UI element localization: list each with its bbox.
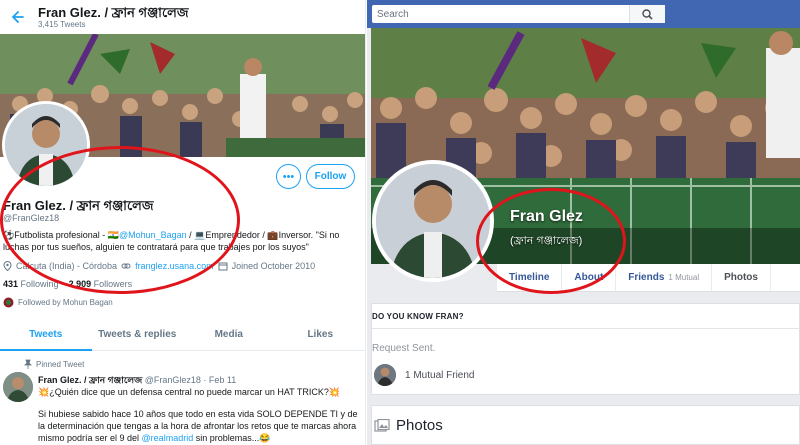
twitter-tabs: Tweets Tweets & replies Media Likes xyxy=(0,318,366,351)
location-icon xyxy=(3,261,12,271)
followers-count: 2,909 xyxy=(68,279,92,289)
facebook-profile-panel: Search Fran Glez (ফ্রান গঞ্জালেজ) Timeli… xyxy=(367,0,800,445)
tab-friends-mutual: 1 Mutual xyxy=(668,273,700,282)
calendar-icon xyxy=(218,262,228,271)
tweet-mention-link[interactable]: @realmadrid xyxy=(142,433,194,443)
facebook-profile-tabs: Timeline About Friends 1 Mutual Photos xyxy=(497,264,800,292)
tab-timeline[interactable]: Timeline xyxy=(497,264,563,291)
tweet-first-line: 💥¿Quién dice que un defensa central no p… xyxy=(38,387,341,397)
search-input[interactable]: Search xyxy=(372,9,629,20)
followers-label: Followers xyxy=(93,279,133,289)
tab-photos-label: Photos xyxy=(724,272,758,283)
photos-heading[interactable]: Photos xyxy=(396,417,443,434)
mohun-bagan-logo-icon xyxy=(3,297,14,308)
website-link[interactable]: franglez.usana.com xyxy=(135,261,214,271)
tab-media[interactable]: Media xyxy=(183,318,275,350)
profile-handle: @FranGlez18 xyxy=(3,213,60,223)
pin-icon xyxy=(24,359,32,369)
profile-bio: ⚽Futbolista profesional - 🇮🇳@Mohun_Bagan… xyxy=(3,229,363,253)
tab-likes[interactable]: Likes xyxy=(275,318,366,350)
facebook-top-bar: Search xyxy=(367,0,800,28)
location-text: Calcuta (India) - Córdoba xyxy=(16,261,118,271)
pinned-text: Pinned Tweet xyxy=(36,359,85,369)
tweet-avatar[interactable] xyxy=(3,372,33,402)
photos-card: Photos xyxy=(371,405,800,445)
following-label: Following xyxy=(20,279,59,289)
tab-tweets-replies[interactable]: Tweets & replies xyxy=(92,318,184,350)
tweet-author-handle: @FranGlez18 xyxy=(144,375,201,385)
back-arrow-icon[interactable] xyxy=(6,6,28,28)
search-box[interactable]: Search xyxy=(372,5,665,23)
photos-icon xyxy=(374,419,390,432)
tab-about[interactable]: About xyxy=(562,264,617,291)
bio-text: ⚽Futbolista profesional - 🇮🇳 xyxy=(3,230,119,240)
tweet-body: Si hubiese sabido hace 10 años que todo … xyxy=(38,408,363,444)
tab-about-label: About xyxy=(574,272,604,283)
link-icon xyxy=(121,263,131,269)
more-options-button[interactable]: ••• xyxy=(276,164,301,189)
tab-friends[interactable]: Friends 1 Mutual xyxy=(616,264,713,291)
tweet-body-text-2: sin problemas...😂 xyxy=(193,433,271,443)
header-tweet-count: 3,415 Tweets xyxy=(38,19,86,29)
bio-mention-link[interactable]: @Mohun_Bagan xyxy=(119,230,187,240)
profile-stats: 431 Following 2,909 Followers xyxy=(3,279,132,289)
profile-meta: Calcuta (India) - Córdoba franglez.usana… xyxy=(3,261,315,271)
card-divider xyxy=(372,328,800,329)
header-name: Fran Glez. / ফ্রান গঞ্জালেজ xyxy=(38,4,189,20)
twitter-profile-panel: Fran Glez. / ফ্রান গঞ্জালেজ 3,415 Tweets xyxy=(0,0,366,445)
tab-tweets[interactable]: Tweets xyxy=(0,318,92,351)
tab-photos[interactable]: Photos xyxy=(712,264,771,291)
follow-button[interactable]: Follow xyxy=(306,164,355,189)
pinned-tweet-label: Pinned Tweet xyxy=(24,359,84,369)
following-stat[interactable]: 431 Following xyxy=(3,279,59,289)
search-icon xyxy=(642,8,653,20)
joined-date: Joined October 2010 xyxy=(231,261,316,271)
tweet-date[interactable]: · Feb 11 xyxy=(203,375,236,385)
request-status: Request Sent. xyxy=(372,343,436,354)
facebook-profile-alt-name: (ফ্রান গঞ্জালেজ) xyxy=(510,235,583,247)
following-count: 431 xyxy=(3,279,19,289)
tab-friends-label: Friends xyxy=(628,272,665,283)
mutual-friends-link[interactable]: 1 Mutual Friend xyxy=(405,370,474,381)
do-you-know-title: DO YOU KNOW FRAN? xyxy=(372,312,464,321)
do-you-know-card: DO YOU KNOW FRAN? Request Sent. 1 Mutual… xyxy=(371,303,800,395)
followed-by[interactable]: Followed by Mohun Bagan xyxy=(3,297,113,308)
search-button[interactable] xyxy=(629,5,665,23)
followers-stat[interactable]: 2,909 Followers xyxy=(69,279,133,289)
followed-by-text: Followed by Mohun Bagan xyxy=(18,298,113,307)
tab-timeline-label: Timeline xyxy=(509,272,550,283)
mutual-friend-avatar[interactable] xyxy=(374,364,396,386)
twitter-avatar[interactable] xyxy=(2,101,90,189)
twitter-header: Fran Glez. / ফ্রান গঞ্জালেজ 3,415 Tweets xyxy=(0,0,365,34)
facebook-profile-name[interactable]: Fran Glez xyxy=(510,208,583,226)
tweet-author-name[interactable]: Fran Glez. / ফ্রান গঞ্জালেজ xyxy=(38,375,142,385)
facebook-avatar[interactable] xyxy=(372,160,494,282)
